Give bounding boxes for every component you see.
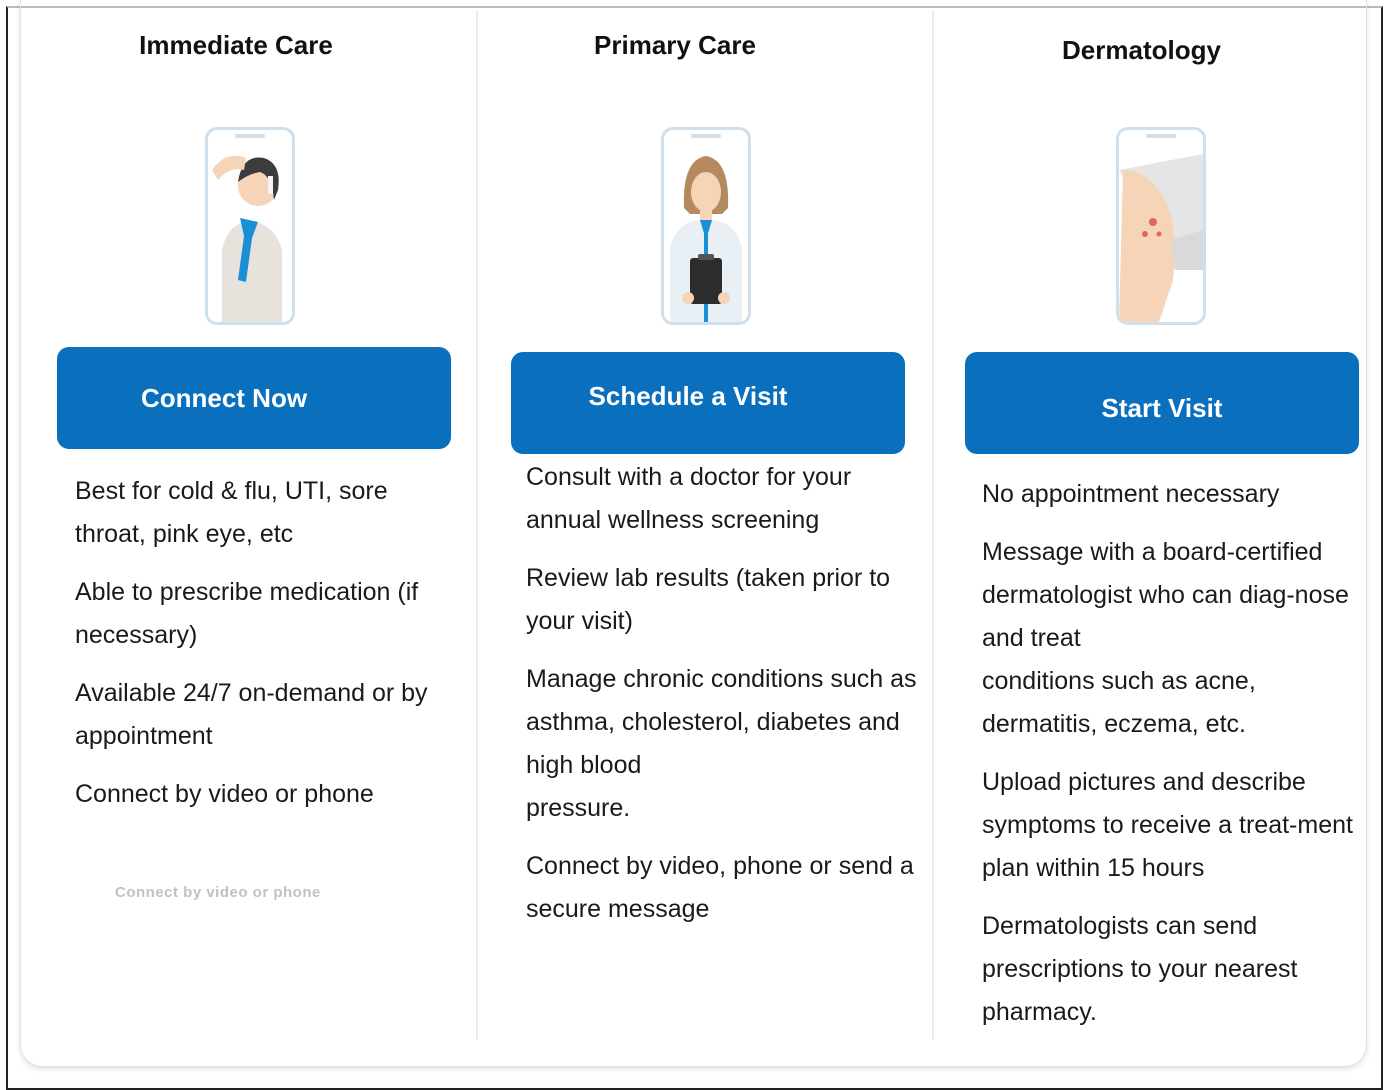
dermatology-column: Dermatology Start Visit No appointment n…	[934, 0, 1365, 1076]
feature-item: Connect by video, phone or send a secure…	[526, 852, 914, 923]
feature-item: Consult with a doctor for your annual we…	[526, 463, 852, 534]
faded-text: Connect by video or phone	[115, 884, 321, 901]
person-with-fever-icon	[205, 127, 295, 325]
feature-item: Review lab results (taken prior to your …	[526, 564, 891, 635]
column-title: Primary Care	[594, 30, 756, 60]
feature-item: Connect by video or phone	[75, 780, 374, 808]
column-title: Immediate Care	[139, 30, 333, 60]
doctor-with-clipboard-icon	[661, 127, 751, 325]
feature-list: Consult with a doctor for your annual we…	[526, 456, 926, 946]
skin-rash-arm-icon	[1116, 127, 1206, 325]
schedule-a-visit-button[interactable]: Schedule a Visit	[511, 352, 905, 454]
feature-item: No appointment necessary	[982, 480, 1280, 508]
feature-list: Best for cold & flu, UTI, sore throat, p…	[75, 470, 465, 831]
immediate-care-column: Immediate Care Connect Now Best for cold…	[20, 0, 476, 1076]
column-title: Dermatology	[1062, 35, 1221, 65]
feature-item: Dermatologists can send prescriptions to…	[982, 912, 1298, 1026]
start-visit-button[interactable]: Start Visit	[965, 352, 1359, 454]
feature-list: No appointment necessary Message with a …	[982, 473, 1362, 1049]
feature-item: Upload pictures and describe symptoms to…	[982, 768, 1353, 882]
feature-item: Able to prescribe medication (if necessa…	[75, 578, 419, 649]
primary-care-column: Primary Care Schedule a Visit Consult wi…	[478, 0, 932, 1076]
feature-item: Available 24/7 on-demand or by appointme…	[75, 679, 428, 750]
feature-item: Manage chronic conditions such as asthma…	[526, 665, 917, 822]
connect-now-button[interactable]: Connect Now	[57, 347, 451, 449]
feature-item: Message with a board-certified dermatolo…	[982, 538, 1349, 738]
feature-item: Best for cold & flu, UTI, sore throat, p…	[75, 477, 388, 548]
